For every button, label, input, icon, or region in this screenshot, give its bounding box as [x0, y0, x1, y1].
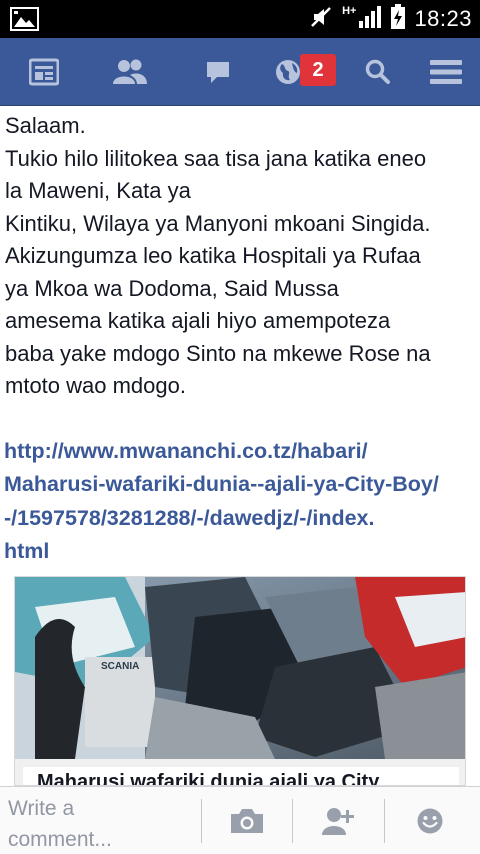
menu-icon[interactable]	[426, 52, 466, 92]
comment-placeholder-line2: comment...	[8, 828, 112, 851]
gallery-notification-icon	[10, 7, 40, 31]
accident-photo: SCANIA	[15, 577, 465, 759]
divider	[201, 799, 202, 843]
comment-bar: Write a comment...	[0, 786, 480, 854]
link-line[interactable]: html	[4, 535, 476, 569]
link-line[interactable]: http://www.mwananchi.co.tz/habari/	[4, 435, 476, 469]
truck-brand-text: SCANIA	[101, 661, 139, 672]
link-line[interactable]: Maharusi-wafariki-dunia--ajali-ya-City-B…	[4, 468, 476, 502]
clock: 18:23	[414, 6, 472, 31]
post-body: Salaam. Tukio hilo lilitokea saa tisa ja…	[0, 106, 480, 403]
signal-icon	[358, 5, 382, 34]
post-line: la Maweni, Kata ya	[5, 178, 191, 203]
messages-icon[interactable]	[198, 52, 238, 92]
tag-friend-icon[interactable]	[318, 801, 358, 841]
status-bar: H+ 18:23	[0, 0, 480, 38]
comment-placeholder-line1: Write a	[8, 797, 75, 820]
post-line: mtoto wao mdogo.	[5, 373, 186, 398]
friend-requests-icon[interactable]	[110, 52, 150, 92]
camera-icon[interactable]	[227, 801, 267, 841]
post-line: Akizungumza leo katika Hospitali ya Rufa…	[5, 243, 421, 268]
post-line: ya Mkoa wa Dodoma, Said Mussa	[5, 275, 339, 301]
comment-input[interactable]: Write a comment...	[8, 793, 192, 853]
news-feed-icon[interactable]	[24, 52, 64, 92]
divider	[292, 799, 293, 843]
divider	[384, 799, 385, 843]
post-line: Salaam.	[5, 113, 86, 138]
link-preview-card[interactable]: SCANIA Maharusi wafariki dunia ajali ya …	[14, 576, 466, 786]
post-line: baba yake mdogo Sinto na mkewe Rose na	[5, 340, 431, 366]
emoji-icon[interactable]	[410, 801, 450, 841]
link-line[interactable]: -/1597578/3281288/-/dawedjz/-/index.	[4, 502, 476, 536]
preview-title[interactable]: Maharusi wafariki dunia ajali ya City	[23, 767, 459, 785]
post-content: Salaam. Tukio hilo lilitokea saa tisa ja…	[0, 106, 480, 786]
search-icon[interactable]	[358, 52, 398, 92]
post-line: Kintiku, Wilaya ya Manyoni mkoani Singid…	[5, 210, 431, 236]
network-type: H+	[342, 5, 357, 17]
post-line: amesema katika ajali hiyo amempoteza	[5, 308, 391, 333]
article-link[interactable]: http://www.mwananchi.co.tz/habari/ Mahar…	[0, 435, 480, 569]
post-line: Tukio hilo lilitokea saa tisa jana katik…	[5, 145, 427, 171]
battery-icon	[390, 3, 406, 35]
mute-icon	[308, 4, 334, 35]
notifications-badge[interactable]: 2	[300, 54, 336, 86]
top-nav-bar	[0, 38, 480, 106]
